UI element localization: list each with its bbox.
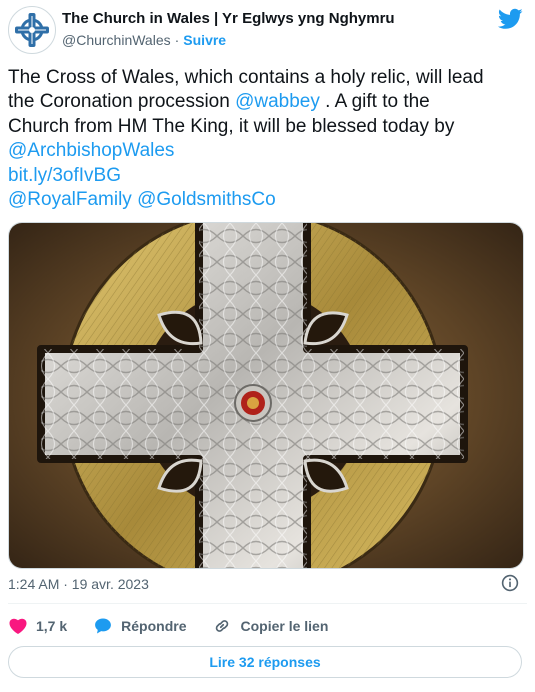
- reply-label: Répondre: [121, 618, 187, 634]
- avatar[interactable]: [8, 6, 56, 54]
- tweet-text-line: the Coronation procession @wabbey . A gi…: [8, 90, 528, 114]
- action-bar: 1,7 k Répondre Copier le lien: [8, 612, 354, 640]
- copy-link-button[interactable]: Copier le lien: [212, 616, 328, 636]
- separator-dot: ·: [174, 32, 180, 48]
- cross-of-wales-image: [9, 223, 523, 568]
- copy-link-label: Copier le lien: [240, 618, 329, 634]
- read-replies-button[interactable]: Lire 32 réponses: [8, 646, 522, 678]
- reply-button[interactable]: Répondre: [93, 616, 186, 636]
- mention-link[interactable]: @GoldsmithsCo: [137, 189, 276, 210]
- handle-row: @ChurchinWales · Suivre: [62, 32, 226, 48]
- twitter-bird-icon[interactable]: [498, 8, 523, 30]
- like-button[interactable]: 1,7 k: [8, 616, 67, 636]
- timestamp[interactable]: 1:24 AM · 19 avr. 2023: [8, 576, 149, 592]
- speech-bubble-icon: [95, 618, 112, 634]
- like-count: 1,7 k: [36, 618, 68, 634]
- heart-icon: [9, 618, 27, 634]
- mention-link[interactable]: @ArchbishopWales: [8, 140, 174, 161]
- info-icon[interactable]: [501, 574, 519, 592]
- handle[interactable]: @ChurchinWales: [62, 32, 171, 48]
- link-icon: [216, 620, 229, 632]
- tweet-text-segment: Church from HM The King, it will be bles…: [8, 115, 455, 137]
- mention-link[interactable]: @RoyalFamily: [8, 189, 132, 210]
- celtic-cross-logo-icon: [15, 13, 49, 47]
- tweet-text-line: @ArchbishopWales: [8, 139, 528, 163]
- tweet-photo[interactable]: [8, 222, 524, 569]
- display-name[interactable]: The Church in Wales | Yr Eglwys yng Nghy…: [62, 10, 395, 27]
- tweet-text-segment: . A gift to the: [319, 91, 430, 113]
- tweet-text-line: @RoyalFamily @GoldsmithsCo: [8, 188, 528, 212]
- tweet-text-segment: the Coronation procession: [8, 91, 236, 113]
- url-link[interactable]: bit.ly/3ofIvBG: [8, 165, 121, 186]
- tweet-text-line: The Cross of Wales, which contains a hol…: [8, 66, 528, 90]
- tweet-text-line: Church from HM The King, it will be bles…: [8, 115, 528, 139]
- follow-button[interactable]: Suivre: [183, 32, 226, 48]
- tweet-text-line: bit.ly/3ofIvBG: [8, 164, 528, 188]
- divider: [8, 603, 527, 604]
- mention-link[interactable]: @wabbey: [235, 91, 320, 112]
- tweet-text-segment: The Cross of Wales, which contains a hol…: [8, 67, 484, 88]
- tweet-card: The Church in Wales | Yr Eglwys yng Nghy…: [0, 0, 535, 692]
- tweet-text: The Cross of Wales, which contains a hol…: [8, 66, 528, 212]
